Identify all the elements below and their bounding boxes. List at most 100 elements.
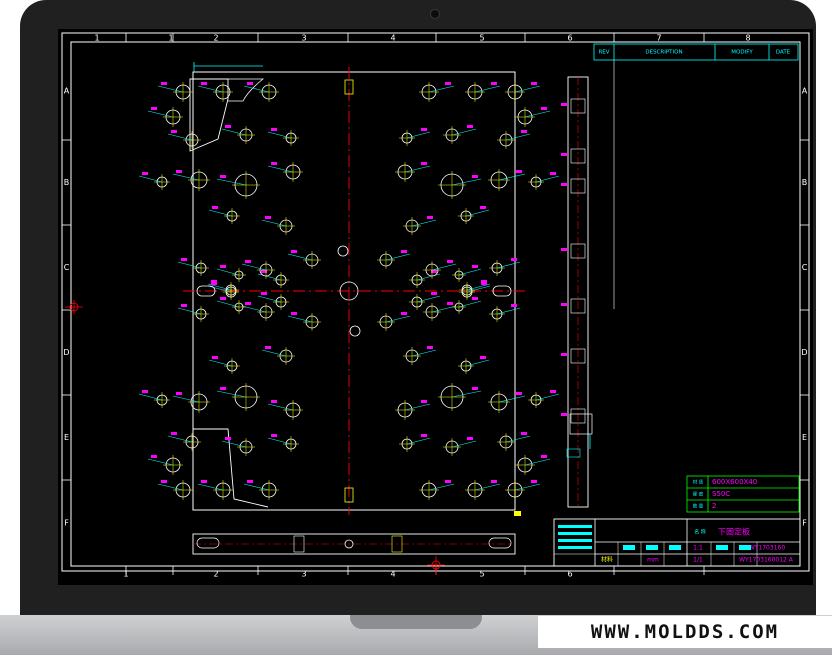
dimension-tag (531, 82, 537, 85)
spec-value: S50C (712, 490, 730, 498)
laptop-bezel: 1 1 2 3 4 5 6 7 8 1 2 3 4 5 6 A A B B C C D D E E F F REV DESCRIPTIO… (20, 0, 816, 616)
column-number-top: 8 (745, 34, 750, 43)
dimension-tag (151, 107, 157, 110)
dimension-tag (445, 82, 451, 85)
row-letter-left: D (63, 348, 69, 357)
leader-line (216, 178, 247, 186)
dimension-tag (481, 282, 487, 285)
approval-row (558, 546, 592, 549)
leader-line (428, 483, 455, 491)
dimension-tag (491, 82, 497, 85)
dimension-tag (447, 260, 453, 263)
leader-line (208, 209, 233, 217)
row-letter-right: F (802, 519, 807, 528)
approval-row (558, 525, 592, 528)
approval-row (558, 532, 592, 535)
column-number-top: 1 (168, 34, 173, 43)
dimension-tag (421, 434, 427, 437)
leader-line (474, 85, 501, 93)
dimension-tag (550, 172, 556, 175)
column-number-top: 4 (390, 34, 395, 43)
dimension-tag (447, 302, 453, 305)
brand-url: WWW.MOLDDS.COM (590, 621, 780, 643)
leader-line (267, 165, 294, 173)
leader-line (147, 458, 174, 466)
row-letter-left: A (64, 87, 70, 96)
revision-header: DATE (776, 50, 791, 56)
dimension-tag (220, 387, 226, 390)
leader-line (406, 131, 431, 139)
spec-label: 材 质 (693, 479, 704, 486)
dimension-tag (271, 162, 277, 165)
leader-line (498, 173, 526, 181)
leader-line (177, 261, 202, 269)
leader-line (496, 261, 521, 269)
dimension-tag (511, 258, 517, 261)
column-number-bottom: 3 (301, 570, 306, 579)
dimension-tag (472, 297, 478, 300)
side-slot (488, 537, 512, 549)
dimension-tag (220, 175, 226, 178)
column-number-top: 2 (213, 34, 218, 43)
dimension-tag (220, 265, 226, 268)
cad-screen: 1 1 2 3 4 5 6 7 8 1 2 3 4 5 6 A A B B C C D D E E F F REV DESCRIPTIO… (58, 29, 813, 585)
revision-header: REV (598, 50, 609, 56)
leader-line (535, 393, 560, 401)
leader-line (216, 268, 240, 276)
column-number-bottom: 6 (567, 570, 572, 579)
dimension-tag (176, 170, 182, 173)
part-name: 下固定板 (718, 527, 750, 537)
dimension-tag (271, 400, 277, 403)
title-field-label (646, 545, 658, 550)
row-letter-right: A (802, 87, 808, 96)
dimension-tag (212, 206, 218, 209)
spec-value: 2 (712, 502, 716, 510)
dimension-tag (516, 392, 522, 395)
leader-line (216, 390, 247, 398)
dimension-tag (271, 434, 277, 437)
part-number: WY1703160 (749, 545, 786, 552)
sprue-hole (337, 245, 349, 257)
column-number-bottom: 1 (123, 570, 128, 579)
dimension-tag (472, 387, 478, 390)
column-number-top: 1 (94, 34, 99, 43)
dimension-tag (521, 130, 527, 133)
dimension-tag (531, 480, 537, 483)
leader-line (197, 85, 224, 93)
dimension-tag (201, 480, 207, 483)
leader-line (172, 173, 200, 181)
revision-table (593, 43, 799, 61)
leader-line (257, 295, 282, 303)
dimension-tag (247, 480, 253, 483)
leader-line (474, 483, 501, 491)
column-number-bottom: 4 (390, 570, 395, 579)
dimension-tag (291, 312, 297, 315)
revision-header: DESCRIPTION (645, 50, 682, 56)
brand-band: WWW.MOLDDS.COM (538, 616, 832, 648)
dimension-tag (401, 250, 407, 253)
dimension-tag (521, 432, 527, 435)
sprue-hole (349, 325, 361, 337)
dimension-tag (142, 390, 148, 393)
row-letter-left: E (64, 433, 69, 442)
side-slot (196, 537, 220, 549)
spec-label: 数 量 (693, 503, 704, 510)
dimension-tag (421, 162, 427, 165)
leader-line (172, 395, 200, 403)
dimension-tag (541, 455, 547, 458)
dimension-tag (431, 292, 437, 295)
dimension-tag (220, 297, 226, 300)
row-letter-right: E (802, 433, 807, 442)
leader-line (458, 268, 482, 276)
dimension-tag (181, 258, 187, 261)
dimension-tag (176, 392, 182, 395)
leader-line (197, 483, 224, 491)
leader-line (465, 359, 490, 367)
leader-line (428, 85, 455, 93)
leader-line (208, 359, 233, 367)
column-number-top: 6 (567, 34, 572, 43)
dimension-tag (261, 292, 267, 295)
side-view-feature (569, 413, 593, 435)
title-field-label (623, 545, 635, 550)
dimension-tag (291, 250, 297, 253)
